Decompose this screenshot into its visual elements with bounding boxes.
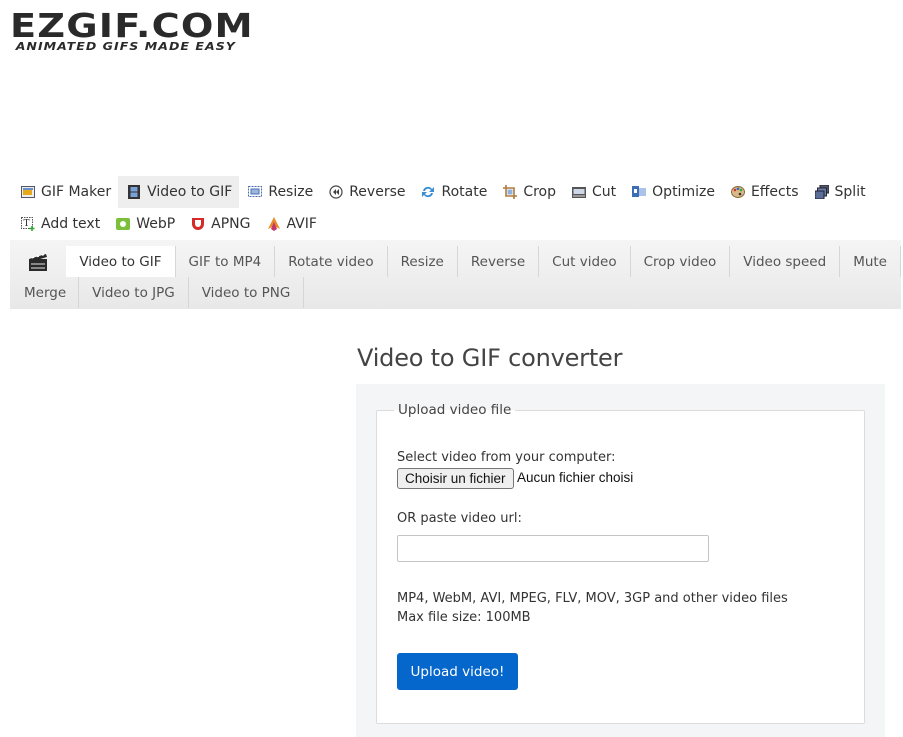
video-url-input[interactable]: [397, 535, 709, 562]
nav-label: Crop: [523, 184, 557, 200]
max-file-size-text: Max file size: 100MB: [397, 610, 531, 625]
logo-tagline: ANIMATED GIFS MADE EASY: [15, 40, 236, 53]
webp-icon: [116, 217, 131, 231]
url-label: OR paste video url:: [397, 511, 522, 526]
supported-formats-text: MP4, WebM, AVI, MPEG, FLV, MOV, 3GP and …: [397, 591, 788, 606]
upload-panel: Upload video file Select video from your…: [356, 384, 885, 737]
logo-wordmark: EZGIF.COM: [10, 6, 254, 45]
add-text-icon: T: [21, 217, 35, 231]
nav-rotate[interactable]: Rotate: [412, 176, 494, 208]
film-icon: [127, 185, 141, 199]
subtab-mute[interactable]: Mute: [840, 246, 901, 277]
nav-add-text[interactable]: T Add text: [12, 208, 107, 240]
nav-resize[interactable]: Resize: [239, 176, 320, 208]
upload-fieldset: Upload video file Select video from your…: [376, 402, 865, 724]
nav-label: Split: [834, 184, 866, 200]
subtab-merge[interactable]: Merge: [10, 277, 80, 308]
nav-gif-maker[interactable]: GIF Maker: [12, 176, 118, 208]
page-title: Video to GIF converter: [357, 344, 623, 372]
nav-label: APNG: [211, 216, 251, 232]
sub-nav-row-2: Merge Video to JPG Video to PNG: [10, 277, 901, 308]
main-nav-row-2: T Add text WebP APNG AVIF: [12, 208, 892, 240]
nav-webp[interactable]: WebP: [107, 208, 182, 240]
nav-effects[interactable]: Effects: [722, 176, 806, 208]
nav-label: Rotate: [441, 184, 488, 200]
subtab-crop-video[interactable]: Crop video: [631, 246, 731, 277]
rotate-icon: [421, 185, 435, 199]
reverse-icon: [329, 185, 343, 199]
upload-video-button[interactable]: Upload video!: [397, 653, 518, 690]
nav-label: Add text: [41, 216, 101, 232]
nav-reverse[interactable]: Reverse: [320, 176, 412, 208]
sub-nav-row-1: Video to GIF GIF to MP4 Rotate video Res…: [10, 240, 901, 277]
nav-label: Video to GIF: [147, 184, 233, 200]
nav-split[interactable]: Split: [806, 176, 873, 208]
nav-video-to-gif[interactable]: Video to GIF: [118, 176, 240, 208]
nav-label: Cut: [592, 184, 617, 200]
upload-legend: Upload video file: [398, 402, 512, 418]
nav-label: GIF Maker: [41, 184, 112, 200]
subtab-video-to-gif[interactable]: Video to GIF: [66, 246, 176, 277]
avif-icon: [267, 217, 281, 231]
nav-label: Resize: [268, 184, 314, 200]
subtab-resize[interactable]: Resize: [388, 246, 458, 277]
choose-file-button[interactable]: Choisir un fichier: [397, 468, 514, 489]
select-file-label: Select video from your computer:: [397, 450, 616, 465]
nav-avif[interactable]: AVIF: [258, 208, 324, 240]
nav-cut[interactable]: Cut: [563, 176, 623, 208]
subtab-cut-video[interactable]: Cut video: [539, 246, 631, 277]
svg-text:T: T: [24, 219, 30, 229]
nav-label: WebP: [136, 216, 176, 232]
cut-icon: [572, 185, 587, 199]
subtab-video-speed[interactable]: Video speed: [730, 246, 841, 277]
nav-crop[interactable]: Crop: [494, 176, 563, 208]
main-nav-row-1: GIF Maker Video to GIF Resize Reverse Ro…: [12, 176, 892, 208]
subtab-gif-to-mp4[interactable]: GIF to MP4: [176, 246, 276, 277]
nav-label: AVIF: [286, 216, 317, 232]
nav-apng[interactable]: APNG: [182, 208, 257, 240]
resize-icon: [248, 185, 263, 199]
subtab-rotate-video[interactable]: Rotate video: [275, 246, 388, 277]
file-status: Aucun fichier choisi: [517, 470, 634, 485]
subtab-reverse[interactable]: Reverse: [458, 246, 540, 277]
palette-icon: [730, 185, 745, 199]
nav-label: Optimize: [652, 184, 715, 200]
nav-optimize[interactable]: Optimize: [623, 176, 722, 208]
ezgif-logo[interactable]: EZGIF.COM ANIMATED GIFS MADE EASY: [10, 9, 253, 53]
crop-icon: [503, 185, 518, 199]
subtab-video-to-png[interactable]: Video to PNG: [189, 277, 305, 308]
video-sub-nav: Video to GIF GIF to MP4 Rotate video Res…: [10, 240, 901, 309]
gif-maker-icon: [21, 185, 35, 199]
nav-label: Effects: [750, 184, 799, 200]
apng-icon: [191, 217, 205, 231]
main-nav: GIF Maker Video to GIF Resize Reverse Ro…: [12, 176, 892, 240]
optimize-icon: [632, 185, 647, 199]
nav-label: Reverse: [349, 184, 406, 200]
split-icon: [814, 184, 830, 200]
subtab-video-to-jpg[interactable]: Video to JPG: [79, 277, 189, 308]
clapperboard-icon: [10, 246, 66, 277]
